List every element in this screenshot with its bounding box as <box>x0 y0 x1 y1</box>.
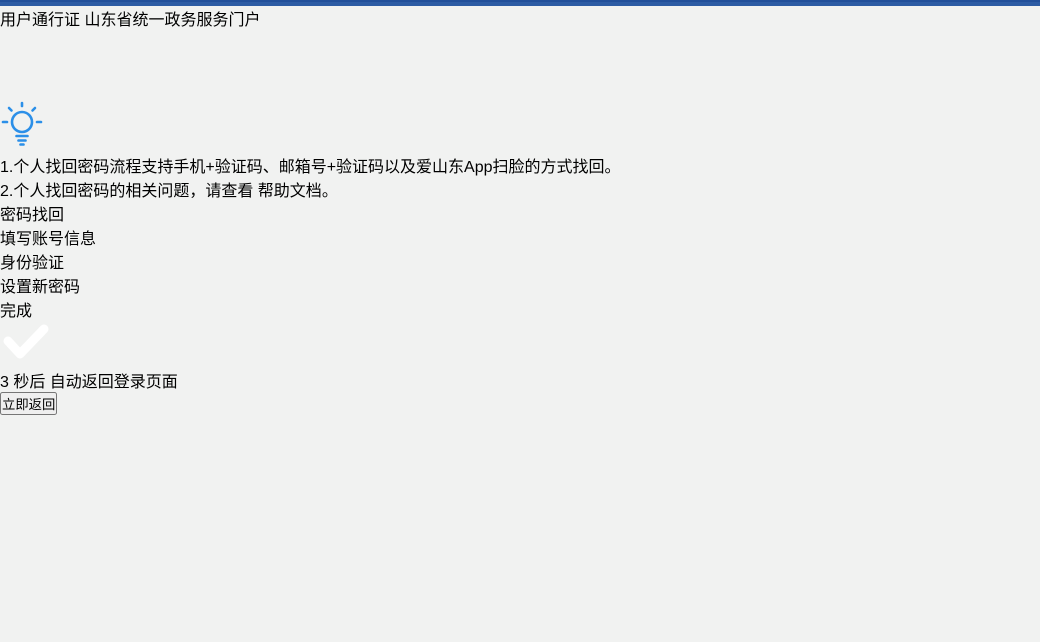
section-title: 密码找回 <box>0 207 64 224</box>
notice-line-2-suffix: 。 <box>322 183 338 200</box>
section-header: 密码找回 <box>0 201 1040 225</box>
portal-subtitle: 山东省统一政务服务门户 <box>84 12 260 29</box>
step-fill-account-info: 填写账号信息 <box>0 225 1040 249</box>
step-complete: 完成 <box>0 297 1040 321</box>
help-doc-link[interactable]: 帮助文档 <box>258 183 322 200</box>
auto-return-countdown: 3 秒后 自动返回登录页面 <box>0 368 1040 392</box>
notice-box: 1.个人找回密码流程支持手机+验证码、邮箱号+验证码以及爱山东App扫脸的方式找… <box>0 100 1040 201</box>
return-now-button[interactable]: 立即返回 <box>0 392 57 415</box>
step-progress-bar: 填写账号信息 身份验证 设置新密码 完成 <box>0 225 1040 321</box>
step-identity-verify: 身份验证 <box>0 249 1040 273</box>
notice-line-2: 2.个人找回密码的相关问题，请查看 帮助文档。 <box>0 177 1040 201</box>
notice-line-2-text: 2.个人找回密码的相关问题，请查看 <box>0 183 258 200</box>
success-circle <box>0 321 1040 368</box>
lightbulb-icon <box>0 135 44 152</box>
notice-line-1: 1.个人找回密码流程支持手机+验证码、邮箱号+验证码以及爱山东App扫脸的方式找… <box>0 153 1040 177</box>
page-header: 用户通行证 山东省统一政务服务门户 <box>0 6 1040 100</box>
app-title: 用户通行证 <box>0 12 80 29</box>
check-icon <box>0 321 52 363</box>
main-card: 1.个人找回密码流程支持手机+验证码、邮箱号+验证码以及爱山东App扫脸的方式找… <box>0 100 1040 415</box>
result-area: 3 秒后 自动返回登录页面 立即返回 <box>0 321 1040 415</box>
notice-text: 1.个人找回密码流程支持手机+验证码、邮箱号+验证码以及爱山东App扫脸的方式找… <box>0 153 1040 201</box>
step-set-new-password: 设置新密码 <box>0 273 1040 297</box>
